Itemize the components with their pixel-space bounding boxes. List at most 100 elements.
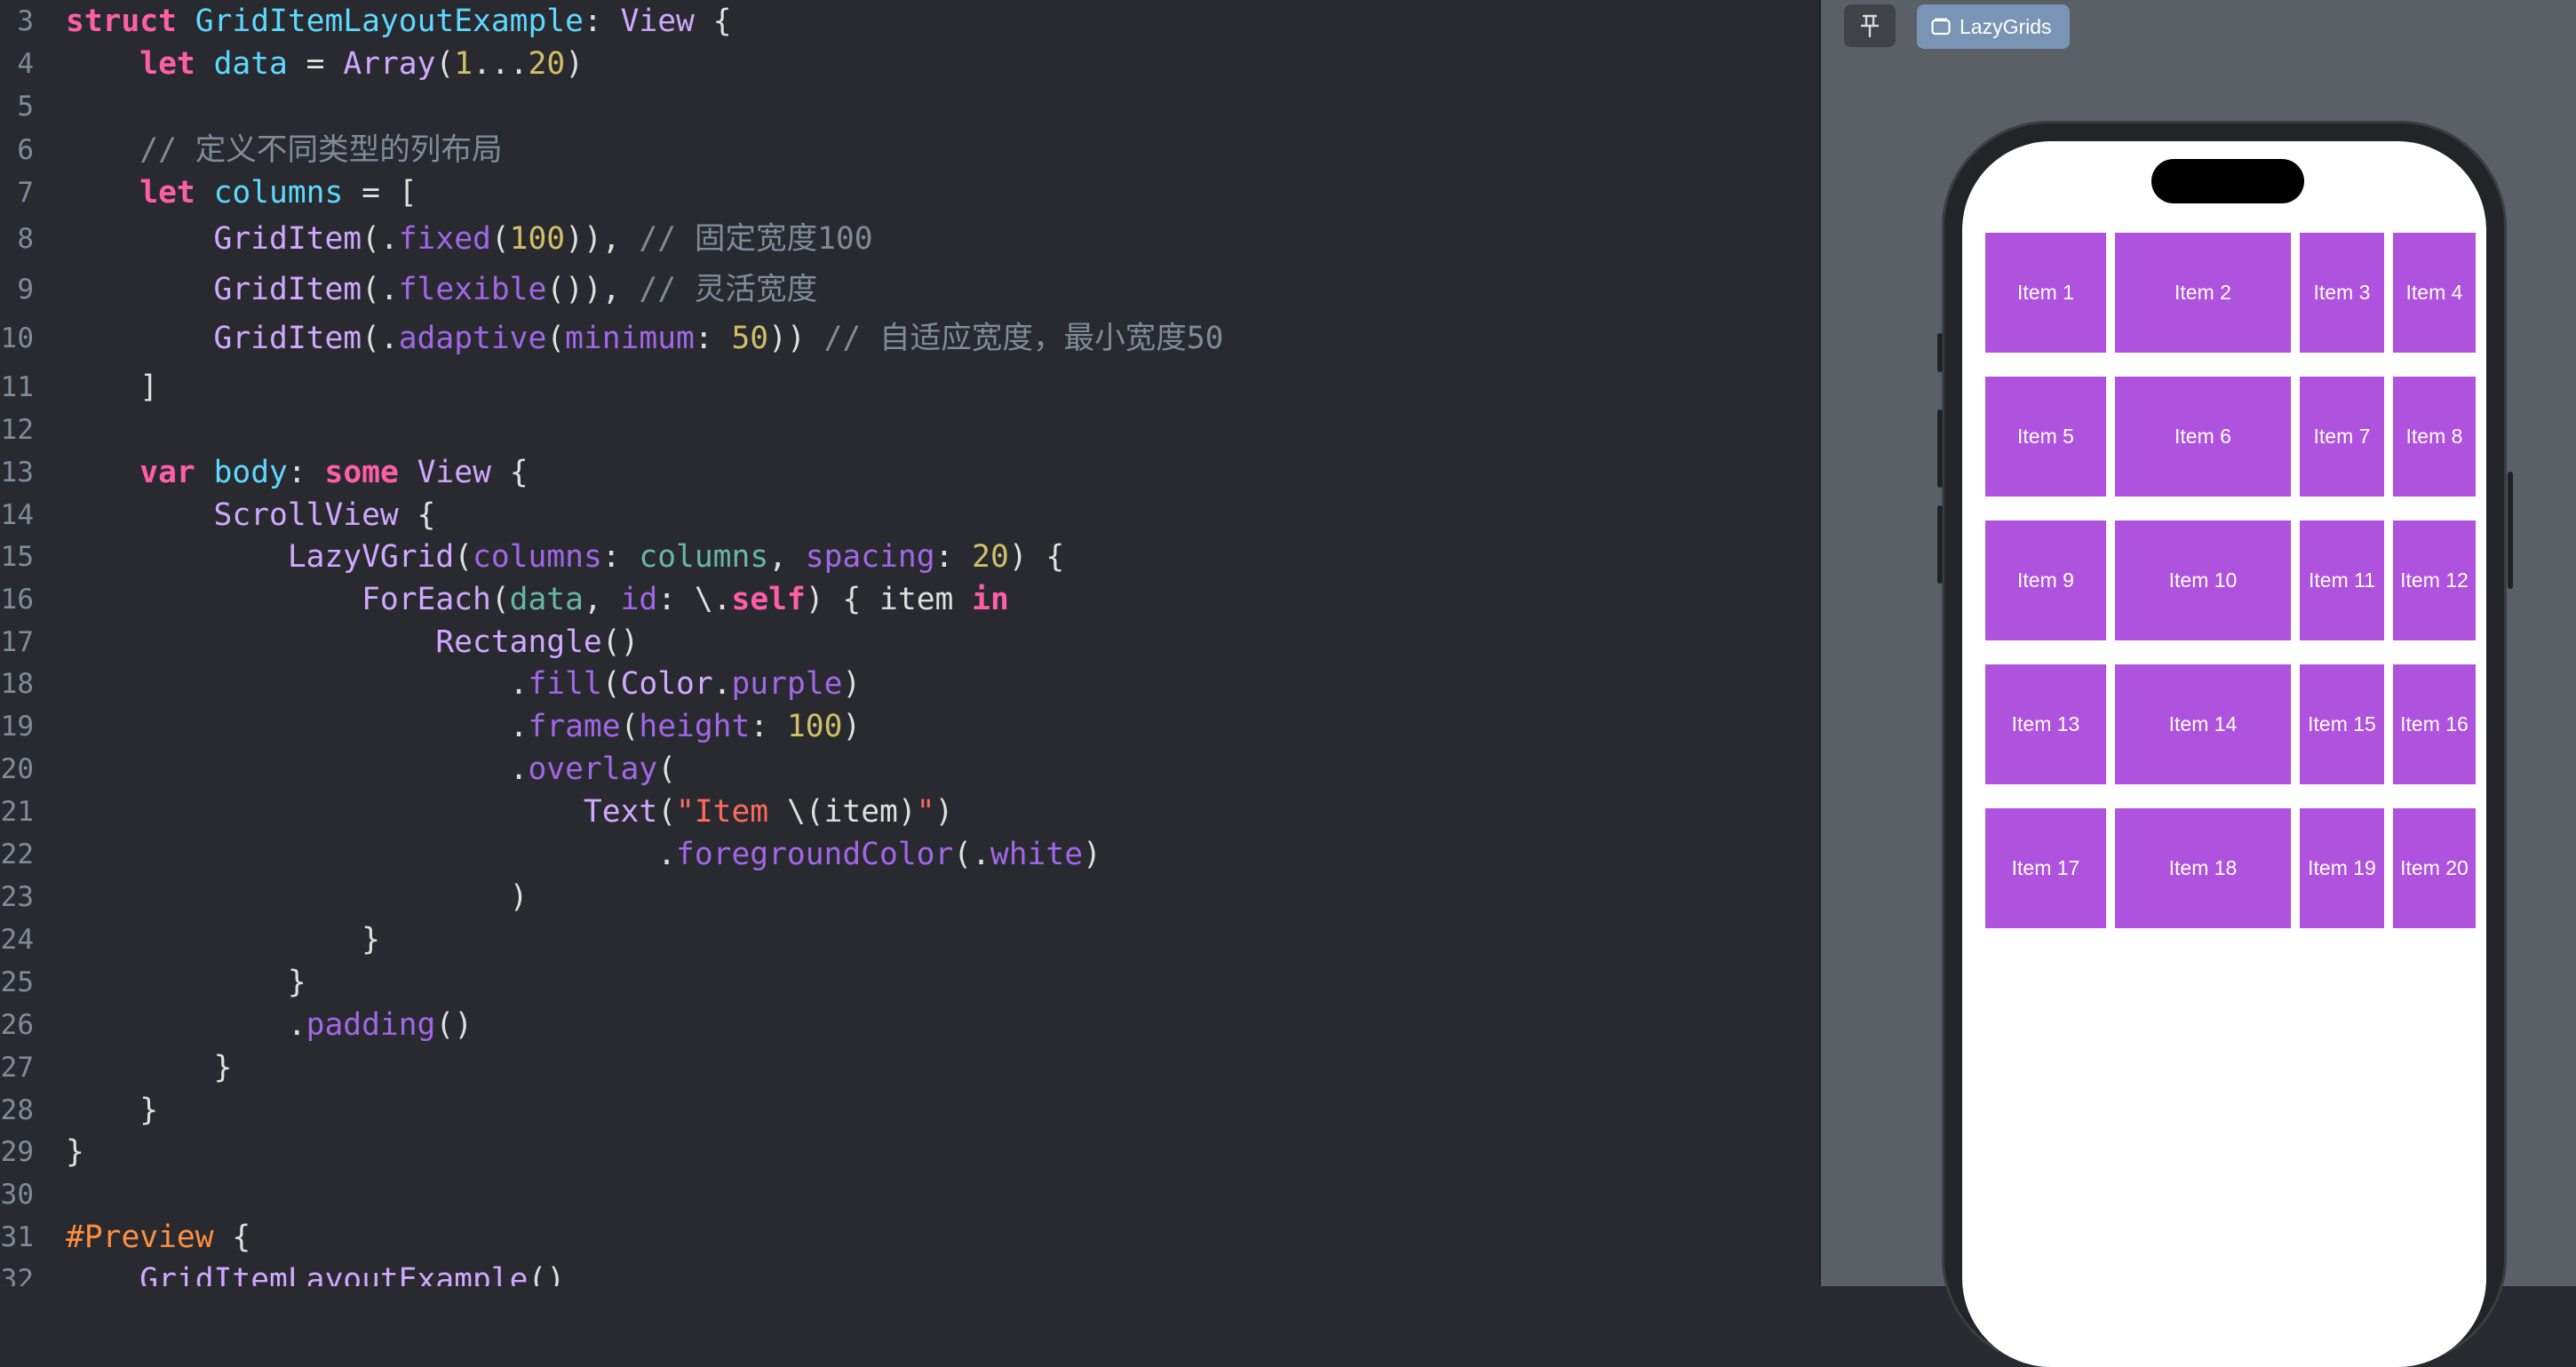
code-line[interactable]: 21 Text("Item \(item)"): [0, 791, 1819, 833]
code-line[interactable]: 10 GridItem(.adaptive(minimum: 50)) // 自…: [0, 317, 1819, 360]
code-token: // 自适应宽度，最小宽度50: [823, 321, 1224, 356]
code-token: View: [417, 455, 491, 490]
code-token: ...: [473, 46, 529, 82]
preview-tab-label: LazyGrids: [1960, 14, 2052, 38]
code-token: Color: [620, 666, 713, 702]
grid-item: Item 18: [2115, 808, 2291, 928]
code-line[interactable]: 25 }: [0, 961, 1819, 1004]
device-frame: Item 1 Item 2 Item 3 Item 4 Item 5 Item 6 Item…: [1937, 121, 2513, 1367]
line-code: .padding(): [66, 1004, 473, 1046]
dynamic-island: [2151, 159, 2304, 203]
code-line[interactable]: 19 .frame(height: 100): [0, 705, 1819, 748]
code-token: }: [66, 922, 380, 958]
preview-tab-lazygrids[interactable]: LazyGrids: [1917, 4, 2070, 49]
code-line[interactable]: 12: [0, 409, 1819, 451]
code-line[interactable]: 23 ): [0, 876, 1819, 918]
code-line[interactable]: 18 .fill(Color.purple): [0, 663, 1819, 705]
line-number: 26: [0, 1009, 34, 1041]
code-line[interactable]: 26 .padding(): [0, 1004, 1819, 1046]
code-token: minimum: [565, 321, 695, 356]
code-line[interactable]: 11 ]: [0, 366, 1819, 409]
code-token: some: [324, 455, 399, 490]
pin-preview-button[interactable]: [1844, 4, 1896, 47]
code-token: GridItem: [213, 272, 362, 307]
code-token: :: [750, 709, 787, 744]
code-line[interactable]: 29}: [0, 1131, 1819, 1173]
code-line[interactable]: 5: [0, 85, 1819, 128]
line-number: 20: [0, 753, 34, 785]
code-line[interactable]: 16 ForEach(data, id: \.self) { item in: [0, 578, 1819, 621]
line-number: 27: [0, 1052, 34, 1084]
lazy-grid: Item 1 Item 2 Item 3 Item 4 Item 5 Item 6 Item…: [1985, 233, 2476, 928]
code-line[interactable]: 7 let columns = [: [0, 171, 1819, 214]
code-token: (): [601, 624, 640, 660]
code-token: :: [694, 321, 732, 356]
line-code: GridItem(.adaptive(minimum: 50)) // 自适应宽…: [66, 317, 1224, 360]
line-code: Text("Item \(item)"): [66, 791, 953, 833]
code-line[interactable]: 4 let data = Array(1...20): [0, 43, 1819, 85]
code-token: {: [213, 1220, 251, 1255]
code-token: let: [139, 46, 195, 82]
code-line[interactable]: 28 }: [0, 1089, 1819, 1132]
line-number: 16: [0, 584, 34, 616]
code-token: (: [454, 539, 473, 575]
code-token: white: [990, 837, 1084, 872]
code-token: (.: [953, 837, 990, 872]
line-code: }: [66, 961, 306, 1004]
grid-item: Item 19: [2300, 808, 2384, 928]
code-token: data: [213, 46, 288, 82]
line-code: ]: [66, 366, 158, 409]
side-button: [1937, 333, 1943, 372]
code-line[interactable]: 3 struct GridItemLayoutExample: View {: [0, 0, 1819, 43]
code-token: .: [712, 666, 732, 702]
line-number: 31: [0, 1221, 34, 1253]
code-line[interactable]: 20 .overlay(: [0, 748, 1819, 791]
code-line[interactable]: 15 LazyVGrid(columns: columns, spacing: …: [0, 536, 1819, 578]
code-token: .: [66, 751, 529, 787]
code-token: (: [657, 751, 677, 787]
code-token: }: [66, 965, 306, 1000]
code-line[interactable]: 24 }: [0, 918, 1819, 961]
line-number: 30: [0, 1179, 34, 1211]
line-number: 28: [0, 1094, 34, 1126]
line-number: 14: [0, 499, 34, 531]
window-icon: [1931, 18, 1951, 36]
code-line[interactable]: 31 #Preview {: [0, 1216, 1819, 1259]
code-token: // 定义不同类型的列布局: [66, 132, 503, 168]
code-editor[interactable]: 3 struct GridItemLayoutExample: View {4 l…: [0, 0, 1819, 1286]
code-token: (: [620, 709, 640, 744]
code-line[interactable]: 8 GridItem(.fixed(100)), // 固定宽度100: [0, 218, 1819, 260]
code-line[interactable]: 13 var body: some View {: [0, 451, 1819, 494]
code-token: ): [842, 709, 862, 744]
code-line[interactable]: 30: [0, 1173, 1819, 1216]
line-code: }: [66, 1089, 158, 1132]
code-token: (): [435, 1007, 473, 1043]
code-line[interactable]: 27 }: [0, 1046, 1819, 1089]
code-token: id: [620, 582, 658, 617]
code-token: (.: [362, 272, 399, 307]
code-token: data: [509, 582, 584, 617]
code-token: \(item): [786, 794, 917, 830]
code-line[interactable]: 32 GridItemLayoutExample(): [0, 1259, 1819, 1286]
line-code: }: [66, 1131, 84, 1173]
code-token: columns: [473, 539, 602, 575]
code-line[interactable]: 9 GridItem(.flexible()), // 灵活宽度: [0, 268, 1819, 311]
code-line[interactable]: 17 Rectangle(): [0, 621, 1819, 664]
grid-item: Item 5: [1985, 377, 2106, 497]
grid-item: Item 16: [2393, 664, 2476, 784]
grid-item: Item 11: [2300, 521, 2384, 640]
grid-item: Item 2: [2115, 233, 2291, 353]
code-line[interactable]: 14 ScrollView {: [0, 494, 1819, 536]
code-line[interactable]: 22 .foregroundColor(.white): [0, 833, 1819, 876]
line-number: 11: [0, 371, 34, 403]
code-line[interactable]: 6 // 定义不同类型的列布局: [0, 129, 1819, 171]
code-token: {: [398, 497, 436, 533]
line-number: 21: [0, 796, 34, 828]
grid-item: Item 8: [2393, 377, 2476, 497]
